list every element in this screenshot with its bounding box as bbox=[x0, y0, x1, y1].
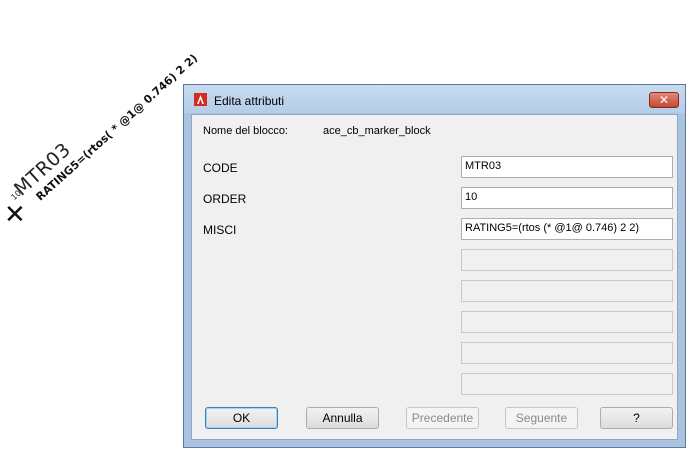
close-icon: ✕ bbox=[658, 93, 670, 107]
attribute-label-code: CODE bbox=[203, 161, 238, 175]
attribute-field-empty bbox=[461, 280, 673, 302]
ok-button[interactable]: OK bbox=[205, 407, 278, 429]
attribute-field-empty bbox=[461, 342, 673, 364]
attribute-field-empty bbox=[461, 311, 673, 333]
help-button[interactable]: ? bbox=[600, 407, 673, 429]
cancel-button[interactable]: Annulla bbox=[306, 407, 379, 429]
block-name-value: ace_cb_marker_block bbox=[323, 125, 431, 137]
close-button[interactable]: ✕ bbox=[649, 92, 679, 108]
autocad-icon bbox=[194, 93, 207, 106]
attribute-field-empty bbox=[461, 373, 673, 395]
previous-button: Precedente bbox=[406, 407, 479, 429]
next-button: Seguente bbox=[505, 407, 578, 429]
dialog-body: Nome del blocco: ace_cb_marker_block COD… bbox=[191, 114, 678, 440]
attribute-label-order: ORDER bbox=[203, 192, 247, 206]
block-name-label: Nome del blocco: bbox=[203, 125, 288, 137]
attribute-field-empty bbox=[461, 249, 673, 271]
dialog-titlebar[interactable]: Edita attributi ✕ bbox=[184, 85, 685, 113]
attribute-field-misci[interactable]: RATING5=(rtos (* @1@ 0.746) 2 2) bbox=[461, 218, 673, 240]
attribute-field-order[interactable]: 10 bbox=[461, 187, 673, 209]
dialog-title: Edita attributi bbox=[214, 94, 285, 108]
drawing-misc-text: RATING5=(rtos( * @1@ 0.746) 2 2) bbox=[33, 51, 201, 204]
attribute-label-misci: MISCI bbox=[203, 223, 237, 237]
attribute-field-code[interactable]: MTR03 bbox=[461, 156, 673, 178]
block-insertion-marker[interactable]: ✕ bbox=[4, 202, 26, 228]
edit-attributes-dialog: Edita attributi ✕ Nome del blocco: ace_c… bbox=[183, 84, 686, 448]
